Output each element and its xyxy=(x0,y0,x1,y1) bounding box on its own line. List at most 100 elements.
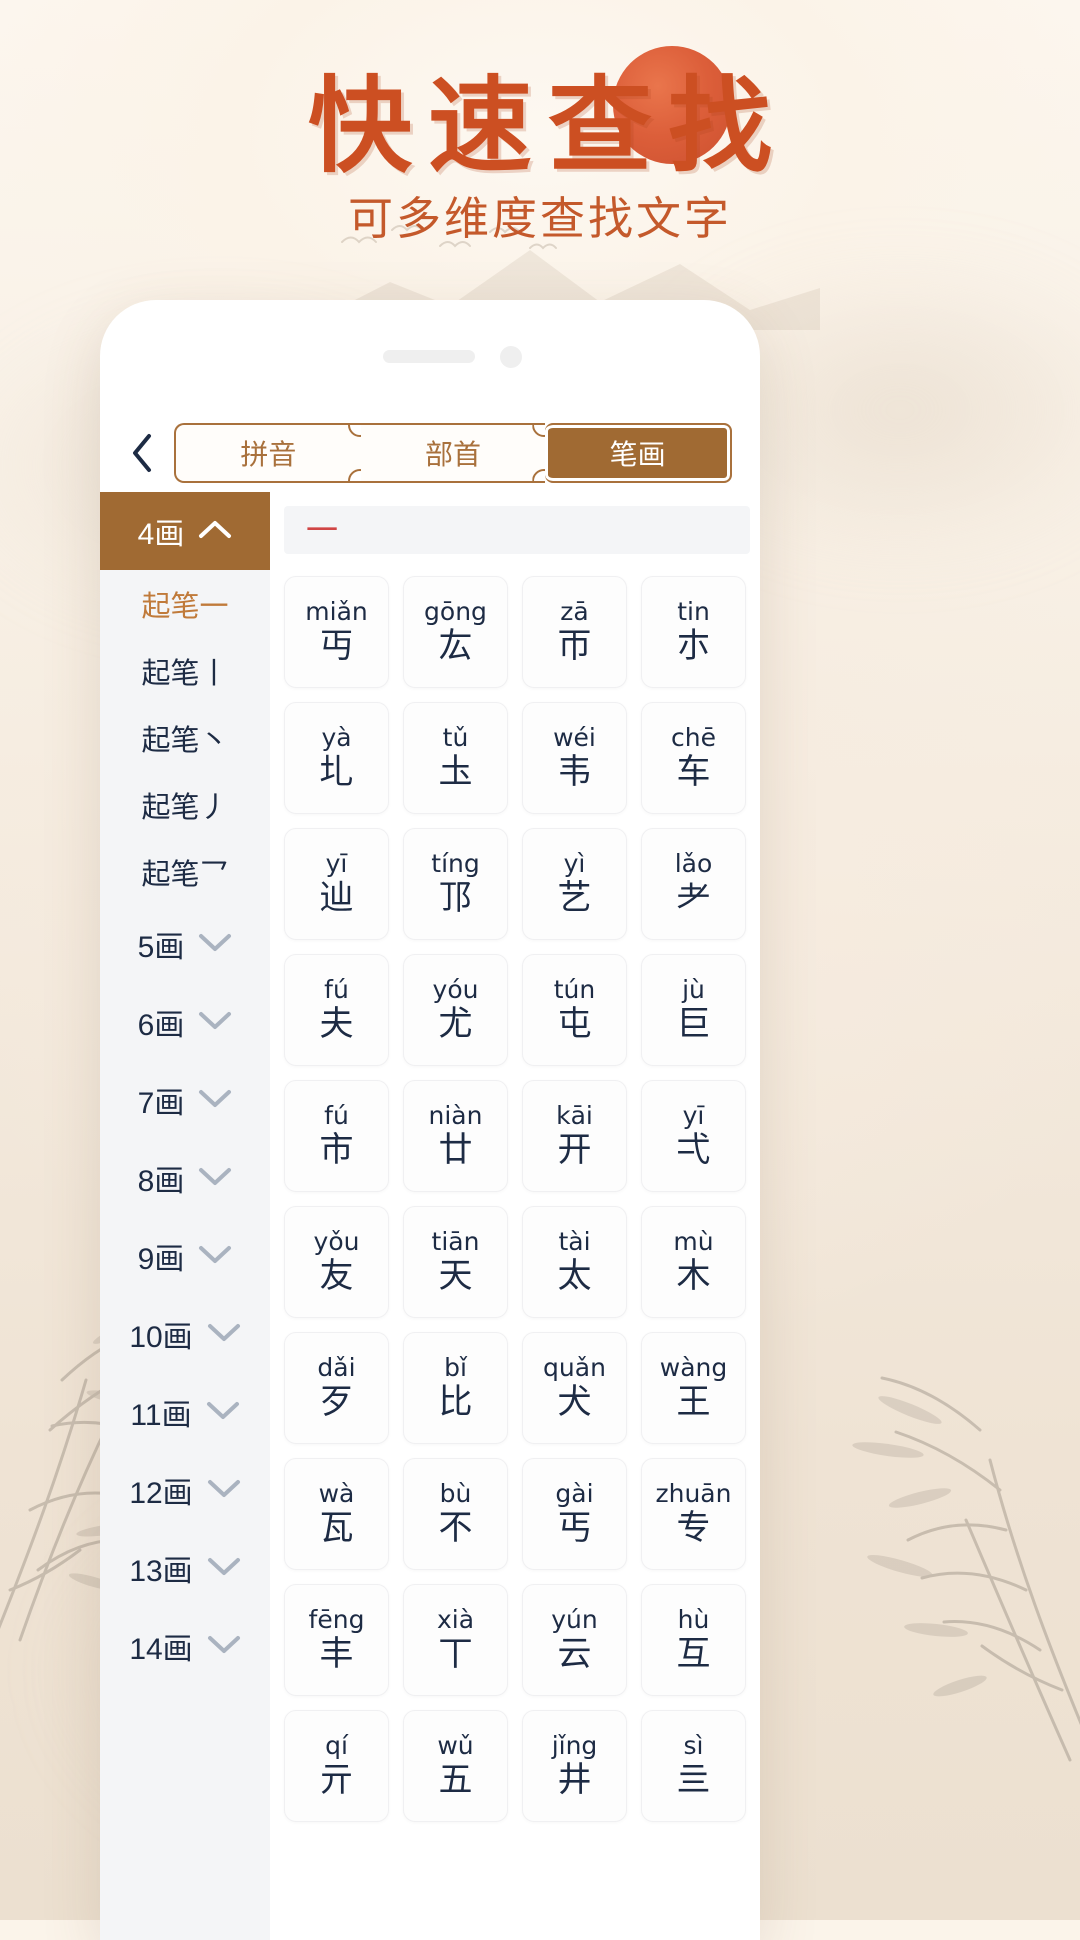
sidebar-subitem-起笔丿[interactable]: 起笔丿 xyxy=(100,771,270,838)
character-pinyin: yī xyxy=(325,848,348,878)
character-cell[interactable]: kāi 开 xyxy=(522,1080,627,1192)
sidebar-group-label: 14画 xyxy=(129,1633,193,1666)
sidebar-group-label: 9画 xyxy=(137,1243,185,1276)
character-pinyin: yà xyxy=(321,722,352,752)
character-pinyin: zā xyxy=(560,596,589,626)
character-glyph: 弌 xyxy=(676,1130,711,1171)
sidebar-group-12画[interactable]: 12画 xyxy=(100,1451,270,1529)
tab-label: 笔画 xyxy=(609,439,666,470)
sidebar-subitem-起笔一[interactable]: 起笔一 xyxy=(100,570,270,637)
character-cell[interactable]: fú 市 xyxy=(284,1080,389,1192)
character-cell[interactable]: tài 太 xyxy=(522,1206,627,1318)
character-glyph: 夫 xyxy=(319,1004,354,1045)
tab-3[interactable]: 笔画 xyxy=(545,423,733,483)
sidebar-group-5画[interactable]: 5画 xyxy=(100,905,270,983)
sidebar-subitem-起笔乛[interactable]: 起笔乛 xyxy=(100,838,270,905)
character-glyph: 丐 xyxy=(557,1508,592,1549)
sidebar-group-label: 12画 xyxy=(129,1477,193,1510)
chevron-down-icon xyxy=(198,1009,232,1035)
character-pinyin: fēng xyxy=(308,1604,365,1634)
character-pinyin: jù xyxy=(682,974,705,1004)
character-cell[interactable]: wàng 王 xyxy=(641,1332,746,1444)
sidebar-subitem-起笔丨[interactable]: 起笔丨 xyxy=(100,637,270,704)
character-pinyin: wǔ xyxy=(437,1730,474,1760)
phone-speaker xyxy=(383,350,475,363)
sidebar-subitem-起笔丶[interactable]: 起笔丶 xyxy=(100,704,270,771)
character-glyph: 互 xyxy=(676,1634,711,1675)
character-glyph: 井 xyxy=(557,1760,592,1801)
character-cell[interactable]: wǔ 五 xyxy=(403,1710,508,1822)
character-pinyin: wéi xyxy=(553,722,596,752)
character-cell[interactable]: miǎn 丏 xyxy=(284,576,389,688)
character-glyph: 廿 xyxy=(438,1130,473,1171)
character-pinyin: gài xyxy=(555,1478,594,1508)
sidebar-group-10画[interactable]: 10画 xyxy=(100,1295,270,1373)
character-cell[interactable]: jǐng 井 xyxy=(522,1710,627,1822)
character-cell[interactable]: tíng 邒 xyxy=(403,828,508,940)
character-cell[interactable]: tin 朩 xyxy=(641,576,746,688)
character-cell[interactable]: niàn 廿 xyxy=(403,1080,508,1192)
character-pinyin: tún xyxy=(553,974,596,1004)
sidebar-group-7画[interactable]: 7画 xyxy=(100,1061,270,1139)
tab-1[interactable]: 拼音 xyxy=(174,423,372,483)
tab-label: 拼音 xyxy=(240,439,297,470)
character-cell[interactable]: lǎo 耂 xyxy=(641,828,746,940)
character-pinyin: zhuān xyxy=(655,1478,732,1508)
sidebar-group-8画[interactable]: 8画 xyxy=(100,1139,270,1217)
character-glyph: 巨 xyxy=(676,1004,711,1045)
character-pinyin: tiān xyxy=(431,1226,480,1256)
character-pinyin: tíng xyxy=(431,848,480,878)
character-cell[interactable]: yà 圠 xyxy=(284,702,389,814)
character-cell[interactable]: yī 弌 xyxy=(641,1080,746,1192)
chevron-down-icon xyxy=(207,1555,241,1581)
tab-2[interactable]: 部首 xyxy=(360,423,557,483)
sidebar-group-11画[interactable]: 11画 xyxy=(100,1373,270,1451)
character-glyph: 犬 xyxy=(557,1382,592,1423)
back-button[interactable] xyxy=(100,432,174,474)
character-cell[interactable]: fú 夫 xyxy=(284,954,389,1066)
chevron-down-icon xyxy=(207,1321,241,1347)
character-cell[interactable]: tǔ 圡 xyxy=(403,702,508,814)
character-cell[interactable]: quǎn 犬 xyxy=(522,1332,627,1444)
character-cell[interactable]: dǎi 歹 xyxy=(284,1332,389,1444)
character-glyph: 亓 xyxy=(319,1760,354,1801)
character-cell[interactable]: zā 帀 xyxy=(522,576,627,688)
character-cell[interactable]: yóu 尤 xyxy=(403,954,508,1066)
character-cell[interactable]: mù 木 xyxy=(641,1206,746,1318)
character-cell[interactable]: jù 巨 xyxy=(641,954,746,1066)
sidebar-group-label: 10画 xyxy=(129,1321,193,1354)
character-cell[interactable]: zhuān 专 xyxy=(641,1458,746,1570)
sidebar-group-6画[interactable]: 6画 xyxy=(100,983,270,1061)
character-cell[interactable]: tiān 天 xyxy=(403,1206,508,1318)
sidebar-group-9画[interactable]: 9画 xyxy=(100,1217,270,1295)
character-cell[interactable]: hù 互 xyxy=(641,1584,746,1696)
character-cell[interactable]: gōng 厷 xyxy=(403,576,508,688)
sidebar-group-4画[interactable]: 4画 xyxy=(100,492,270,570)
character-cell[interactable]: gài 丐 xyxy=(522,1458,627,1570)
character-cell[interactable]: yì 艺 xyxy=(522,828,627,940)
character-cell[interactable]: chē 车 xyxy=(641,702,746,814)
character-cell[interactable]: fēng 丰 xyxy=(284,1584,389,1696)
sidebar-group-13画[interactable]: 13画 xyxy=(100,1529,270,1607)
character-cell[interactable]: sì 亖 xyxy=(641,1710,746,1822)
tab-label: 部首 xyxy=(425,439,482,470)
character-cell[interactable]: xià 丅 xyxy=(403,1584,508,1696)
character-cell[interactable]: tún 屯 xyxy=(522,954,627,1066)
character-pinyin: yì xyxy=(563,848,586,878)
character-pinyin: yī xyxy=(682,1100,705,1130)
character-cell[interactable]: qí 亓 xyxy=(284,1710,389,1822)
character-cell[interactable]: yī 辿 xyxy=(284,828,389,940)
character-cell[interactable]: wéi 韦 xyxy=(522,702,627,814)
character-cell[interactable]: bù 不 xyxy=(403,1458,508,1570)
character-cell[interactable]: bǐ 比 xyxy=(403,1332,508,1444)
character-glyph: 专 xyxy=(676,1508,711,1549)
sidebar-group-14画[interactable]: 14画 xyxy=(100,1607,270,1685)
character-cell[interactable]: wà 瓦 xyxy=(284,1458,389,1570)
character-cell[interactable]: yún 云 xyxy=(522,1584,627,1696)
sidebar-group-label: 7画 xyxy=(137,1087,185,1120)
character-glyph: 木 xyxy=(676,1256,711,1297)
stroke-count-sidebar[interactable]: 4画 起笔一 起笔丨 起笔丶 起笔丿 起笔乛 5画 6画 7画 8画 9画 10画 11画 12画 13画 1… xyxy=(100,492,270,1940)
character-glyph: 耂 xyxy=(676,878,711,919)
nav-tab-bar: 拼音 部首 笔画 xyxy=(100,418,760,488)
character-cell[interactable]: yǒu 友 xyxy=(284,1206,389,1318)
